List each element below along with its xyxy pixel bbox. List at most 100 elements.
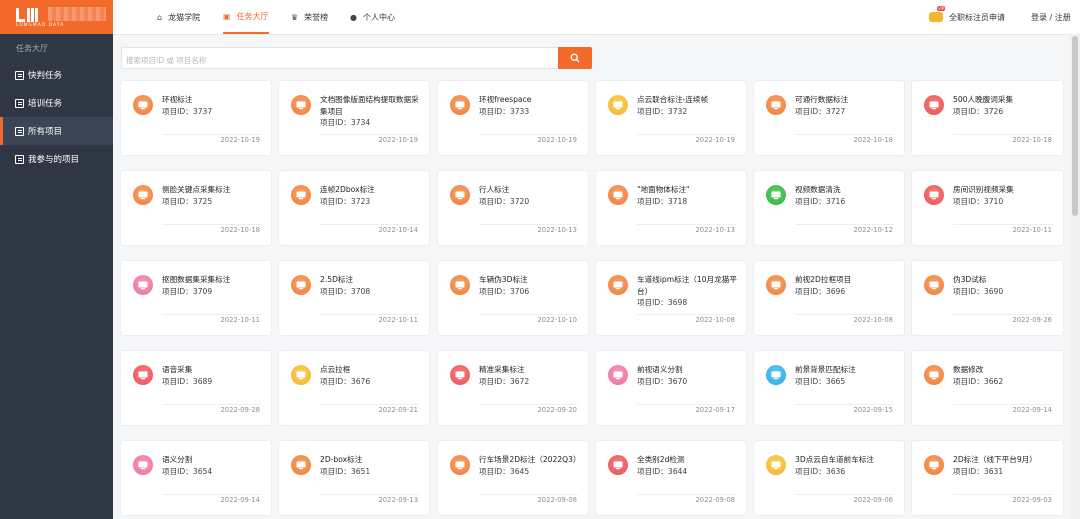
project-card[interactable]: 2.5D标注 项目ID：3708 2022-10-11 bbox=[279, 261, 429, 335]
project-id-line: 项目ID：3710 bbox=[953, 196, 1057, 208]
logo-mark-icon bbox=[16, 8, 44, 22]
logo-text-blurred bbox=[48, 7, 106, 21]
project-date: 2022-10-12 bbox=[853, 226, 893, 234]
project-type-icon bbox=[450, 275, 470, 295]
project-card[interactable]: 3D点云自车道前车标注 项目ID：3636 2022-09-06 bbox=[754, 441, 904, 515]
project-id-label: 项目ID： bbox=[953, 466, 984, 476]
project-title-block: 伪3D试标 项目ID：3690 bbox=[953, 274, 1057, 297]
project-card[interactable]: 视频数据清洗项目ID：3716 2022-10-12 bbox=[754, 171, 904, 245]
project-date: 2022-10-11 bbox=[378, 316, 418, 324]
project-card[interactable]: 精准采集标注 项目ID：3672 2022-09-20 bbox=[438, 351, 588, 425]
project-grid: 环视标注 项目ID：3737 2022-10-19 文档图像版面结构提取数据采集项目项… bbox=[121, 81, 1063, 519]
project-date: 2022-10-18 bbox=[853, 136, 893, 144]
project-card[interactable]: 2D标注（线下平台9月） 项目ID：3631 2022-09-03 bbox=[912, 441, 1063, 515]
card-divider bbox=[795, 494, 894, 495]
card-divider bbox=[162, 404, 261, 405]
card-divider bbox=[162, 314, 261, 315]
project-card[interactable]: 可通行数据标注 项目ID：3727 2022-10-18 bbox=[754, 81, 904, 155]
project-card[interactable]: 全类别2d检测 项目ID：3644 2022-09-08 bbox=[596, 441, 746, 515]
project-id-line: 项目ID：3672 bbox=[479, 376, 583, 388]
sidebar-item-my-projects[interactable]: 我参与的项目 bbox=[0, 145, 113, 173]
project-title-block: 车辆伪3D标注 项目ID：3706 bbox=[479, 274, 583, 297]
project-card[interactable]: 前视2D拉框项目 项目ID：3696 2022-10-08 bbox=[754, 261, 904, 335]
project-id-label: 项目ID： bbox=[320, 286, 351, 296]
project-type-icon bbox=[133, 455, 153, 475]
project-card[interactable]: 行人标注 项目ID：3720 2022-10-13 bbox=[438, 171, 588, 245]
search-input[interactable] bbox=[122, 50, 558, 71]
project-date: 2022-09-21 bbox=[378, 406, 418, 414]
project-card[interactable]: 语义分割 项目ID：3654 2022-09-14 bbox=[121, 441, 271, 515]
card-divider bbox=[320, 494, 419, 495]
fulltime-apply-link[interactable]: 全职标注员申请 bbox=[929, 0, 1005, 34]
card-divider bbox=[479, 134, 578, 135]
project-card[interactable]: 环视标注 项目ID：3737 2022-10-19 bbox=[121, 81, 271, 155]
project-card[interactable]: 车辆伪3D标注 项目ID：3706 2022-10-10 bbox=[438, 261, 588, 335]
sidebar-item-all-projects[interactable]: 所有项目 bbox=[0, 117, 113, 145]
project-date: 2022-10-19 bbox=[378, 136, 418, 144]
project-date: 2022-09-15 bbox=[853, 406, 893, 414]
sidebar-item-label: 所有项目 bbox=[28, 127, 63, 137]
card-divider bbox=[479, 494, 578, 495]
project-date: 2022-10-10 bbox=[537, 316, 577, 324]
project-card[interactable]: 500人晚腹词采集 项目ID：3726 2022-10-18 bbox=[912, 81, 1063, 155]
project-id: 3710 bbox=[983, 196, 1004, 206]
project-id: 3672 bbox=[509, 376, 530, 386]
login-register-link[interactable]: 登录 / 注册 bbox=[1031, 0, 1071, 34]
tab-academy[interactable]: ⌂ 龙猫学院 bbox=[157, 0, 200, 34]
project-title-block: 可通行数据标注 项目ID：3727 bbox=[795, 94, 899, 117]
project-card[interactable]: 房间识别视频采集 项目ID：3710 2022-10-11 bbox=[912, 171, 1063, 245]
project-title: 2.5D标注 bbox=[320, 275, 354, 284]
search-box bbox=[121, 47, 559, 71]
project-title-block: 抠图数据集采集标注 项目ID：3709 bbox=[162, 274, 266, 297]
project-card[interactable]: 点云拉框 项目ID：3676 2022-09-21 bbox=[279, 351, 429, 425]
project-id-line: 项目ID：3690 bbox=[953, 286, 1057, 298]
project-card[interactable]: 点云联合标注-连续帧 项目ID：3732 2022-10-19 bbox=[596, 81, 746, 155]
tab-task-hall[interactable]: ▣ 任务大厅 bbox=[223, 0, 269, 34]
project-type-icon bbox=[291, 455, 311, 475]
project-date: 2022-10-08 bbox=[695, 316, 735, 324]
project-card[interactable]: 文档图像版面结构提取数据采集项目 项目ID：3734 2022-10-19 bbox=[279, 81, 429, 155]
scrollbar-thumb[interactable] bbox=[1072, 36, 1078, 216]
project-type-icon bbox=[608, 365, 628, 385]
project-title-block: 500人晚腹词采集 项目ID：3726 bbox=[953, 94, 1057, 117]
project-title: 视频数据清洗 bbox=[795, 185, 841, 194]
project-date: 2022-09-20 bbox=[537, 406, 577, 414]
project-id: 3726 bbox=[983, 106, 1004, 116]
project-card[interactable]: 抠图数据集采集标注 项目ID：3709 2022-10-11 bbox=[121, 261, 271, 335]
project-card[interactable]: "地面物体标注" 项目ID：3718 2022-10-13 bbox=[596, 171, 746, 245]
project-card[interactable]: 连帧2Dbox标注 项目ID：3723 2022-10-14 bbox=[279, 171, 429, 245]
project-card[interactable]: 前景背景匹配标注 项目ID：3665 2022-09-15 bbox=[754, 351, 904, 425]
project-card[interactable]: 车道线ipm标注（10月龙猫平台） 项目ID：3698 2022-10-08 bbox=[596, 261, 746, 335]
project-title: "地面物体标注" bbox=[637, 185, 690, 194]
project-date: 2022-10-11 bbox=[220, 316, 260, 324]
project-id-line: 项目ID：3716 bbox=[795, 196, 899, 208]
project-card[interactable]: 前视语义分割 项目ID：3670 2022-09-17 bbox=[596, 351, 746, 425]
project-id-line: 项目ID：3727 bbox=[795, 106, 899, 118]
project-card[interactable]: 数据修改 项目ID：3662 2022-09-14 bbox=[912, 351, 1063, 425]
project-type-icon bbox=[608, 455, 628, 475]
project-id-line: 项目ID：3723 bbox=[320, 196, 424, 208]
project-title-block: 环视标注 项目ID：3737 bbox=[162, 94, 266, 117]
project-date: 2022-09-14 bbox=[1012, 406, 1052, 414]
project-card[interactable]: 语音采集 项目ID：3689 2022-09-28 bbox=[121, 351, 271, 425]
project-title: 2D标注（线下平台9月） bbox=[953, 455, 1037, 464]
project-card[interactable]: 侧脸关键点采集标注 项目ID：3725 2022-10-18 bbox=[121, 171, 271, 245]
search-button[interactable] bbox=[558, 47, 592, 69]
sidebar-item-quick-tasks[interactable]: 快判任务 bbox=[0, 61, 113, 89]
tab-honor-roll[interactable]: ♛ 荣誉榜 bbox=[291, 0, 328, 34]
project-card[interactable]: 行车场景2D标注（2022Q3） 项目ID：3645 2022-09-08 bbox=[438, 441, 588, 515]
card-divider bbox=[162, 134, 261, 135]
project-type-icon bbox=[924, 275, 944, 295]
project-card[interactable]: 伪3D试标 项目ID：3690 2022-09-26 bbox=[912, 261, 1063, 335]
tab-personal-center[interactable]: ● 个人中心 bbox=[350, 0, 395, 34]
project-id-label: 项目ID： bbox=[637, 376, 668, 386]
sidebar-item-label: 培训任务 bbox=[28, 99, 63, 109]
project-type-icon bbox=[924, 365, 944, 385]
project-card[interactable]: 环视freespace 项目ID：3733 2022-10-19 bbox=[438, 81, 588, 155]
sidebar-item-training-tasks[interactable]: 培训任务 bbox=[0, 89, 113, 117]
project-card[interactable]: 2D-box标注 项目ID：3651 2022-09-13 bbox=[279, 441, 429, 515]
project-id: 3706 bbox=[509, 286, 530, 296]
project-type-icon bbox=[766, 275, 786, 295]
project-title-block: 全类别2d检测 项目ID：3644 bbox=[637, 454, 741, 477]
brand-logo[interactable]: LONGMAO DATA bbox=[0, 0, 113, 34]
